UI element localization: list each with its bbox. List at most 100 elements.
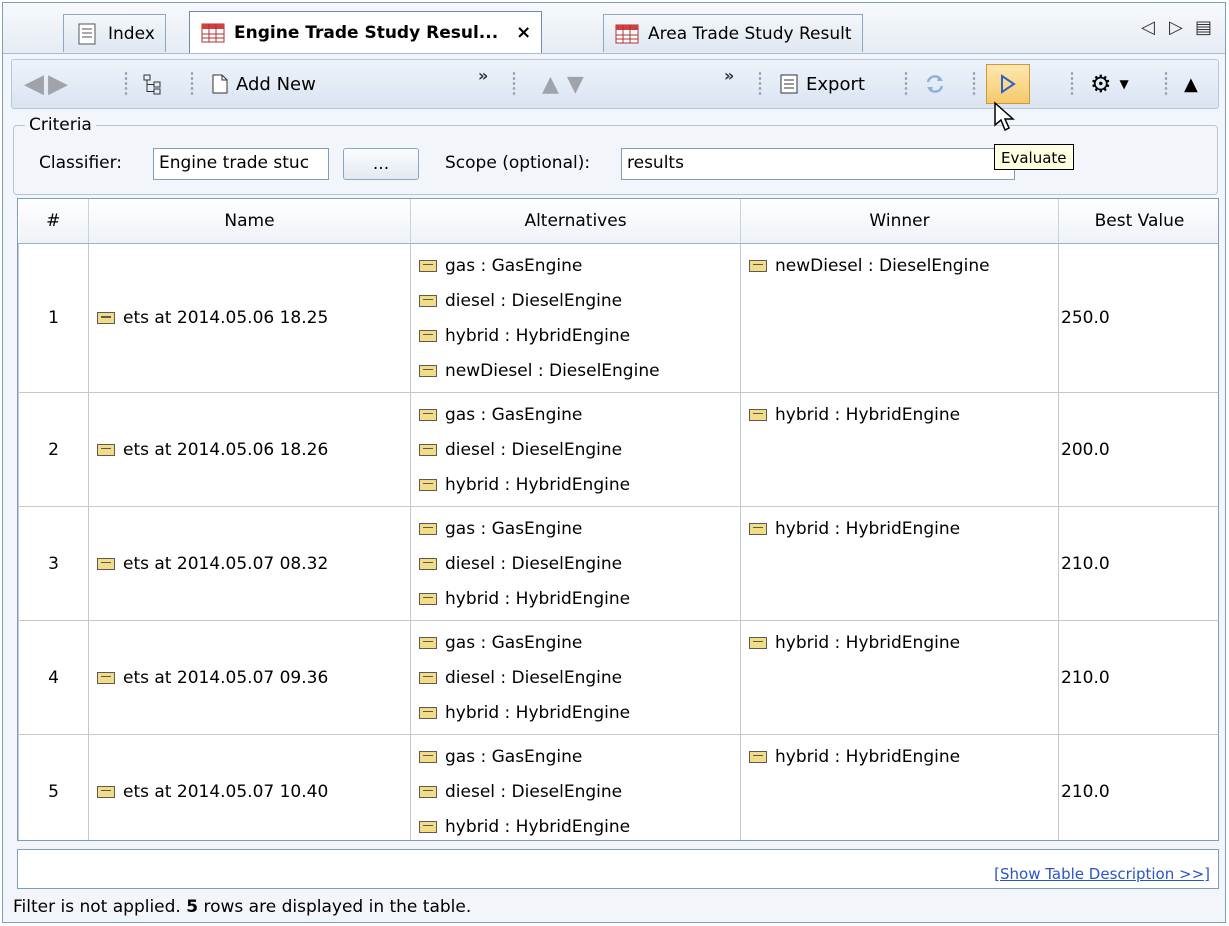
move-up-icon[interactable]: ▲ xyxy=(542,72,559,97)
instance-icon xyxy=(749,636,767,649)
table-icon xyxy=(201,23,225,42)
best-value-cell[interactable]: 210.0 xyxy=(1058,620,1218,735)
toolbar-grip[interactable] xyxy=(1070,71,1074,97)
alternative-value: diesel : DieselEngine xyxy=(445,439,623,460)
instance-icon xyxy=(419,592,437,605)
scope-label: Scope (optional): xyxy=(445,153,591,173)
alternative-value: hybrid : HybridEngine xyxy=(445,325,631,346)
overflow-chevron[interactable]: » xyxy=(478,66,488,85)
status-prefix: Filter is not applied. xyxy=(13,897,181,917)
instance-icon xyxy=(419,671,437,684)
list-item: hybrid : HybridEngine xyxy=(411,467,740,502)
instance-icon xyxy=(97,312,115,324)
instance-icon xyxy=(749,408,767,421)
hierarchy-icon[interactable] xyxy=(142,73,164,95)
alternatives-cell[interactable]: gas : GasEngine diesel : DieselEngine hy… xyxy=(410,620,741,735)
add-new-button[interactable]: Add New xyxy=(212,60,316,108)
show-table-description-link[interactable]: [Show Table Description >>] xyxy=(994,865,1210,883)
best-value-cell[interactable]: 210.0 xyxy=(1058,734,1218,840)
table-description-box[interactable]: [Show Table Description >>] xyxy=(17,849,1219,889)
gear-icon: ⚙ xyxy=(1090,70,1112,98)
table-icon xyxy=(615,24,639,43)
name-cell[interactable]: ets at 2014.05.06 18.26 xyxy=(88,392,411,507)
alternatives-cell[interactable]: gas : GasEngine diesel : DieselEngine hy… xyxy=(410,734,741,840)
list-item: diesel : DieselEngine xyxy=(411,432,740,467)
table-row[interactable]: 5 ets at 2014.05.07 10.40 gas : GasEngin… xyxy=(18,734,1218,840)
tab-label: Engine Trade Study Resul... xyxy=(234,22,499,43)
table-row[interactable]: 4 ets at 2014.05.07 09.36 gas : GasEngin… xyxy=(18,620,1218,735)
scroll-left-icon[interactable]: ◁ xyxy=(1141,17,1155,38)
column-header-winner[interactable]: Winner xyxy=(740,199,1059,244)
tab-area-trade-study[interactable]: Area Trade Study Result xyxy=(603,14,863,52)
toolbar-grip[interactable] xyxy=(190,71,194,97)
alternative-value: hybrid : HybridEngine xyxy=(445,702,631,723)
winner-cell[interactable]: hybrid : HybridEngine xyxy=(740,392,1059,507)
instance-icon xyxy=(419,329,437,342)
winner-cell[interactable]: hybrid : HybridEngine xyxy=(740,734,1059,840)
alternatives-cell[interactable]: gas : GasEngine diesel : DieselEngine hy… xyxy=(410,243,741,393)
close-icon[interactable]: × xyxy=(516,22,531,43)
winner-cell[interactable]: hybrid : HybridEngine xyxy=(740,620,1059,735)
best-value-cell[interactable]: 200.0 xyxy=(1058,392,1218,507)
column-header-best-value[interactable]: Best Value xyxy=(1058,199,1218,244)
name-cell[interactable]: ets at 2014.05.07 09.36 xyxy=(88,620,411,735)
instance-icon xyxy=(97,557,115,570)
instance-icon xyxy=(419,820,437,833)
list-item: newDiesel : DieselEngine xyxy=(411,353,740,388)
settings-dropdown[interactable]: ⚙ ▼ xyxy=(1090,60,1129,108)
list-item: gas : GasEngine xyxy=(411,739,740,774)
evaluate-button[interactable] xyxy=(986,64,1030,104)
table-row[interactable]: 3 ets at 2014.05.07 08.32 gas : GasEngin… xyxy=(18,506,1218,621)
column-header-number[interactable]: # xyxy=(18,199,89,244)
list-item: diesel : DieselEngine xyxy=(411,774,740,809)
toolbar-grip[interactable] xyxy=(1164,71,1168,97)
instance-icon xyxy=(97,671,115,684)
name-cell[interactable]: ets at 2014.05.07 10.40 xyxy=(88,734,411,840)
refresh-icon[interactable] xyxy=(924,73,946,95)
toolbar-grip[interactable] xyxy=(972,71,976,97)
table-row[interactable]: 1 ets at 2014.05.06 18.25 gas : GasEngin… xyxy=(18,243,1218,393)
instance-icon xyxy=(419,478,437,491)
row-number: 1 xyxy=(18,243,89,393)
winner-value: hybrid : HybridEngine xyxy=(775,746,961,767)
alternative-value: diesel : DieselEngine xyxy=(445,290,623,311)
tab-engine-trade-study[interactable]: Engine Trade Study Resul... × xyxy=(189,11,543,53)
name-value: ets at 2014.05.06 18.26 xyxy=(123,439,329,460)
table-row[interactable]: 2 ets at 2014.05.06 18.26 gas : GasEngin… xyxy=(18,392,1218,507)
list-item: hybrid : HybridEngine xyxy=(411,809,740,840)
document-icon xyxy=(78,23,96,44)
results-table: # Name Alternatives Winner Best Value 1 … xyxy=(17,198,1219,841)
name-cell[interactable]: ets at 2014.05.06 18.25 xyxy=(88,243,411,393)
column-header-alternatives[interactable]: Alternatives xyxy=(410,199,741,244)
play-icon xyxy=(1001,74,1016,94)
collapse-icon[interactable]: ▲ xyxy=(1184,74,1198,95)
name-cell[interactable]: ets at 2014.05.07 08.32 xyxy=(88,506,411,621)
column-header-name[interactable]: Name xyxy=(88,199,411,244)
toolbar-grip[interactable] xyxy=(904,71,908,97)
instance-icon xyxy=(419,259,437,272)
best-value-cell[interactable]: 210.0 xyxy=(1058,506,1218,621)
alternative-value: hybrid : HybridEngine xyxy=(445,816,631,837)
browse-button[interactable]: ... xyxy=(343,148,419,180)
toolbar-grip[interactable] xyxy=(512,71,516,97)
toolbar-grip[interactable] xyxy=(758,71,762,97)
forward-arrow-icon[interactable]: ▶ xyxy=(48,69,68,99)
overflow-chevron[interactable]: » xyxy=(724,66,734,85)
alternatives-cell[interactable]: gas : GasEngine diesel : DieselEngine hy… xyxy=(410,506,741,621)
back-arrow-icon[interactable]: ◀ xyxy=(24,69,44,99)
classifier-field[interactable]: Engine trade stuc xyxy=(153,148,329,180)
scope-field[interactable]: results xyxy=(621,148,1015,180)
winner-cell[interactable]: newDiesel : DieselEngine xyxy=(740,243,1059,393)
alternatives-cell[interactable]: gas : GasEngine diesel : DieselEngine hy… xyxy=(410,392,741,507)
winner-cell[interactable]: hybrid : HybridEngine xyxy=(740,506,1059,621)
export-button[interactable]: Export xyxy=(780,60,865,108)
alternative-value: newDiesel : DieselEngine xyxy=(445,360,660,381)
tab-list-icon[interactable]: ▤ xyxy=(1195,17,1212,38)
toolbar-grip[interactable] xyxy=(124,71,128,97)
tab-index[interactable]: Index xyxy=(63,14,166,52)
scroll-right-icon[interactable]: ▷ xyxy=(1169,17,1183,38)
list-item: hybrid : HybridEngine xyxy=(411,695,740,730)
mouse-cursor-icon xyxy=(994,101,1015,132)
best-value-cell[interactable]: 250.0 xyxy=(1058,243,1218,393)
move-down-icon[interactable]: ▼ xyxy=(567,72,584,97)
